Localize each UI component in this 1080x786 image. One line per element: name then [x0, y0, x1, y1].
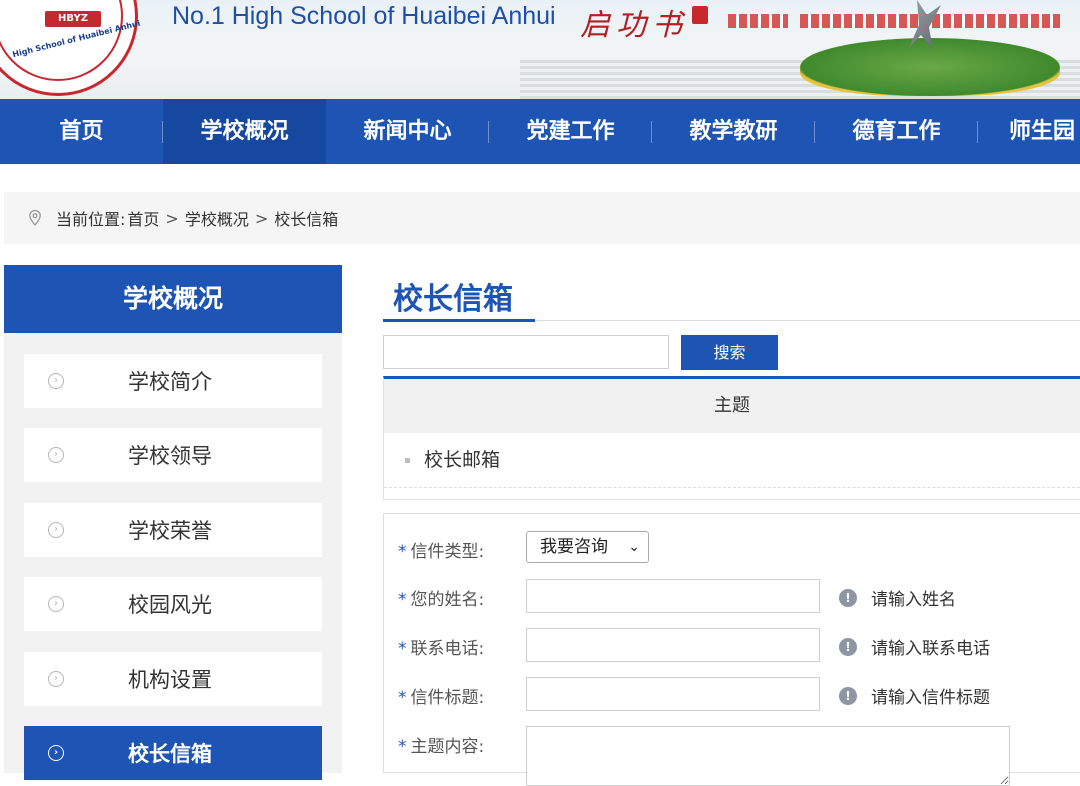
breadcrumb: 当前位置: 首页 > 学校概况 > 校长信箱 [4, 192, 1080, 244]
sidebar-item-label: 学校领导 [128, 444, 212, 468]
nav-label: 新闻中心 [363, 119, 452, 144]
breadcrumb-separator: > [254, 208, 269, 228]
content-label: * 主题内容: [398, 732, 484, 757]
banner-flags [728, 14, 788, 28]
label-text: 主题内容: [410, 737, 485, 757]
school-name-en: No.1 High School of Huaibei Anhui [172, 2, 556, 30]
table-cell-subject[interactable]: 校长邮箱 [424, 433, 500, 487]
name-input[interactable] [526, 579, 820, 613]
chevron-circle-right-icon: › [48, 373, 64, 389]
label-text: 联系电话: [410, 639, 485, 659]
letter-form: * 信件类型: 我要咨询 ⌄ * 您的姓名: ! 请输入姓名 * 联系电话: ! 请输… [383, 513, 1080, 786]
chevron-circle-right-icon: › [48, 671, 64, 687]
title-accent-bar [383, 319, 535, 322]
hint-text: 请输入联系电话 [871, 639, 990, 659]
sidebar-item-label: 学校简介 [128, 370, 212, 394]
nav-item-news[interactable]: 新闻中心 [326, 99, 489, 164]
sidebar-item-principal-mailbox[interactable]: › 校长信箱 [24, 726, 322, 780]
nav-item-teachers-students[interactable]: 师生园 [978, 99, 1080, 164]
required-mark: * [398, 737, 407, 757]
nav-label: 德育工作 [852, 119, 941, 144]
search-input[interactable] [383, 335, 669, 369]
page-title: 校长信箱 [393, 282, 513, 317]
table-header-subject: 主题 [384, 379, 1080, 433]
sidebar-item-label: 校园风光 [128, 593, 212, 617]
nav-label: 学校概况 [200, 119, 289, 144]
nav-label: 首页 [59, 119, 104, 144]
logo-mark: HBYZ [45, 11, 101, 27]
map-pin-icon [29, 209, 41, 226]
chevron-circle-right-icon: › [48, 522, 64, 538]
required-mark: * [398, 639, 407, 659]
chevron-circle-right-icon: › [48, 596, 64, 612]
info-circle-icon: ! [839, 637, 857, 656]
school-logo[interactable]: HBYZ High School of Huaibei Anhui [0, 0, 141, 96]
subject-input[interactable] [526, 677, 820, 711]
chevron-circle-right-icon: › [48, 745, 64, 761]
label-text: 信件标题: [410, 688, 485, 708]
subject-hint: ! 请输入信件标题 [839, 683, 990, 708]
phone-hint: ! 请输入联系电话 [839, 634, 990, 659]
nav-item-teaching[interactable]: 教学教研 [652, 99, 815, 164]
breadcrumb-current[interactable]: 校长信箱 [274, 206, 338, 230]
info-circle-icon: ! [839, 686, 857, 705]
search-button[interactable]: 搜索 [681, 335, 778, 370]
sidebar-panel: › 学校简介 › 学校领导 › 学校荣誉 › 校园风光 › 机构设置 › 校长信… [4, 333, 342, 780]
sidebar-item-school-leaders[interactable]: › 学校领导 [24, 428, 322, 482]
sidebar-title: 学校概况 [4, 265, 342, 333]
sidebar-item-organization[interactable]: › 机构设置 [24, 652, 322, 706]
table-row[interactable]: 校长邮箱 [384, 433, 1080, 488]
hint-text: 请输入信件标题 [871, 688, 990, 708]
phone-label: * 联系电话: [398, 634, 484, 659]
main-nav: 首页 学校概况 新闻中心 党建工作 教学教研 德育工作 师生园 [0, 99, 1080, 164]
nav-item-moral-education[interactable]: 德育工作 [815, 99, 978, 164]
form-row-content: * 主题内容: [384, 726, 1080, 786]
label-text: 信件类型: [410, 542, 485, 562]
sidebar-item-school-intro[interactable]: › 学校简介 [24, 354, 322, 408]
sidebar-item-label: 校长信箱 [128, 742, 212, 766]
select-value: 我要咨询 [540, 537, 608, 557]
topic-table: 主题 校长邮箱 [383, 376, 1080, 500]
phone-input[interactable] [526, 628, 820, 662]
breadcrumb-link-home[interactable]: 首页 [127, 206, 159, 230]
breadcrumb-prefix: 当前位置: [56, 210, 126, 229]
form-row-name: * 您的姓名: ! 请输入姓名 [384, 579, 1080, 613]
content-textarea[interactable] [526, 726, 1010, 786]
sidebar-item-label: 机构设置 [128, 668, 212, 692]
required-mark: * [398, 688, 407, 708]
form-row-subject: * 信件标题: ! 请输入信件标题 [384, 677, 1080, 711]
name-hint: ! 请输入姓名 [839, 585, 956, 610]
calligraphy-signature: 启功书 [580, 8, 688, 43]
form-row-type: * 信件类型: 我要咨询 ⌄ [384, 531, 1080, 565]
calligraphy-seal [692, 6, 708, 24]
required-mark: * [398, 590, 407, 610]
required-mark: * [398, 542, 407, 562]
hint-text: 请输入姓名 [871, 590, 956, 610]
nav-label: 教学教研 [689, 119, 778, 144]
banner-photo-lawn [800, 38, 1060, 96]
chevron-circle-right-icon: › [48, 447, 64, 463]
subject-label: * 信件标题: [398, 683, 484, 708]
chevron-down-icon: ⌄ [628, 539, 640, 555]
sidebar-item-school-honors[interactable]: › 学校荣誉 [24, 503, 322, 557]
nav-item-party-building[interactable]: 党建工作 [489, 99, 652, 164]
header-banner: HBYZ High School of Huaibei Anhui No.1 H… [0, 0, 1080, 99]
info-circle-icon: ! [839, 588, 857, 607]
sidebar-item-label: 学校荣誉 [128, 519, 212, 543]
sidebar-item-campus-scenery[interactable]: › 校园风光 [24, 577, 322, 631]
nav-item-school-overview[interactable]: 学校概况 [163, 99, 326, 164]
breadcrumb-separator: > [165, 208, 179, 228]
nav-item-home[interactable]: 首页 [0, 99, 163, 164]
label-text: 您的姓名: [410, 590, 485, 610]
name-label: * 您的姓名: [398, 585, 484, 610]
nav-label: 党建工作 [526, 119, 615, 144]
letter-type-label: * 信件类型: [398, 537, 484, 562]
letter-type-select[interactable]: 我要咨询 ⌄ [526, 531, 649, 563]
form-row-phone: * 联系电话: ! 请输入联系电话 [384, 628, 1080, 662]
breadcrumb-link-school-overview[interactable]: 学校概况 [185, 206, 249, 230]
bullet-icon [405, 457, 410, 463]
nav-label: 师生园 [1009, 119, 1076, 144]
